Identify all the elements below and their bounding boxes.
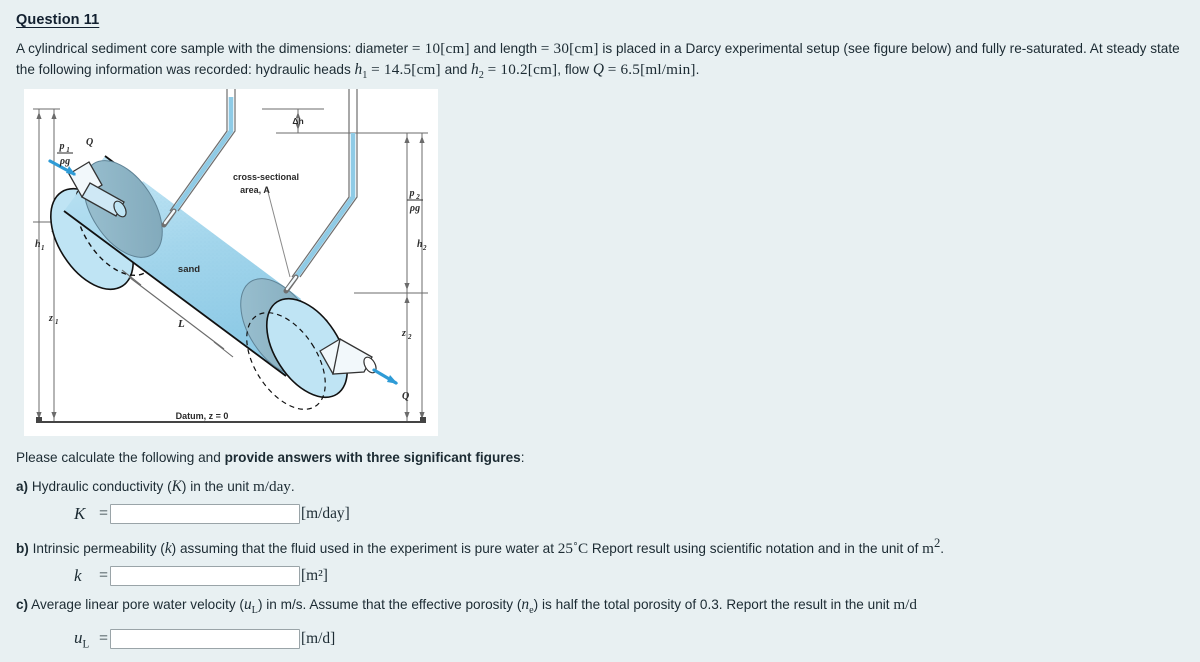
part-b-before: Intrinsic permeability ( — [28, 541, 165, 557]
instructions-prefix: Please calculate the following and — [16, 450, 225, 465]
svg-text:p: p — [409, 188, 415, 199]
part-b-equals: = — [99, 567, 109, 585]
part-a-unit-inline: m/day — [252, 478, 291, 495]
part-a-label: a) — [16, 479, 29, 494]
part-c-symbol: uL — [243, 596, 258, 617]
delta-h-label: Δh — [292, 116, 303, 126]
statement-text-2: and length — [469, 41, 541, 56]
part-c-symbol-2: ne — [521, 596, 534, 617]
part-c-text: c) Average linear pore water velocity (u… — [16, 586, 1184, 621]
question-page: Question 11 A cylindrical sediment core … — [0, 0, 1200, 662]
h2-equation: = 10.2[cm] — [487, 61, 558, 78]
page-title: Question 11 — [16, 12, 100, 28]
part-c-label: c) — [16, 597, 29, 613]
part-a-text: a) Hydraulic conductivity (K) in the uni… — [16, 468, 1184, 497]
part-c-answer-input[interactable] — [110, 629, 301, 650]
part-c-mid: ) is half the total porosity of 0.3. Rep… — [533, 597, 894, 613]
diameter-equation: = 10[cm] — [411, 40, 470, 57]
part-c-answer-symbol: uL — [74, 628, 90, 651]
svg-text:1: 1 — [55, 318, 59, 326]
part-a-after: ) in the unit — [181, 479, 253, 494]
part-a-equals: = — [99, 505, 109, 522]
part-a-answer-row: K = [m/day] — [16, 497, 1184, 524]
svg-text:ρg: ρg — [59, 156, 70, 167]
part-a-answer-symbol: K — [74, 504, 86, 523]
statement-text-6: . — [695, 62, 700, 77]
part-a-before: Hydraulic conductivity ( — [28, 479, 172, 494]
flow-equation: = 6.5[ml/min] — [607, 61, 696, 78]
svg-text:ρg: ρg — [409, 203, 420, 214]
part-b-answer-unit: [m²] — [301, 567, 328, 585]
part-b-answer-symbol: k — [74, 566, 82, 586]
part-a-answer-input[interactable] — [110, 504, 301, 524]
statement-text-1: A cylindrical sediment core sample with … — [16, 41, 412, 56]
part-c-equals: = — [99, 630, 109, 648]
h2-symbol: h2 — [471, 61, 484, 82]
statement-text-4: and — [440, 62, 472, 77]
part-c-answer-row: uL = [m/d] — [16, 621, 1184, 650]
part-c-unit-inline: m/d — [893, 596, 917, 614]
part-a-symbol: K — [171, 478, 182, 495]
instructions-bold: provide answers with three significant f… — [224, 450, 521, 465]
inlet-flow-label: Q — [86, 137, 93, 148]
statement-text-5: , flow — [557, 62, 593, 77]
h1-symbol: h1 — [354, 61, 368, 82]
part-b-answer-input[interactable] — [110, 566, 301, 587]
part-b-symbol: k — [164, 540, 172, 558]
problem-statement: A cylindrical sediment core sample with … — [16, 38, 1184, 86]
outlet-flow-label: Q — [402, 391, 409, 402]
part-b-mid: Report result using scientific notation … — [588, 541, 923, 557]
svg-text:z: z — [48, 313, 53, 324]
length-label: L — [177, 318, 185, 330]
datum-label: Datum, z = 0 — [176, 411, 229, 421]
part-b-answer-row: k = [m²] — [16, 559, 1184, 587]
svg-text:p: p — [59, 141, 65, 152]
svg-text:2: 2 — [407, 333, 412, 341]
cross-section-label-line1: cross-sectional — [233, 172, 299, 182]
part-b-end: . — [940, 541, 945, 557]
length-equation: = 30[cm] — [540, 40, 599, 57]
part-b-temperature: 25 — [557, 540, 573, 558]
part-c-before: Average linear pore water velocity ( — [28, 597, 244, 613]
svg-text:2: 2 — [422, 244, 427, 252]
part-a-end: . — [290, 479, 295, 494]
flow-symbol: Q — [592, 61, 604, 78]
part-b-after: ) assuming that the fluid used in the ex… — [171, 541, 558, 557]
part-b-text: b) Intrinsic permeability (k) assuming t… — [16, 524, 1184, 559]
darcy-experiment-figure: p 1 ρg p 2 ρg Q Q Δh h 1 h 2 z 1 z 2 L s… — [24, 89, 438, 436]
svg-text:z: z — [401, 328, 406, 339]
questions-block: Please calculate the following and provi… — [16, 446, 1184, 651]
part-b-unit-inline: m2 — [922, 536, 941, 558]
h1-equation: = 14.5[cm] — [371, 61, 441, 78]
instructions-line: Please calculate the following and provi… — [16, 446, 1184, 468]
sand-label: sand — [178, 264, 200, 275]
svg-text:1: 1 — [41, 244, 45, 252]
part-a-answer-unit: [m/day] — [301, 505, 350, 522]
part-b-temp-unit: C — [577, 540, 589, 558]
instructions-suffix: : — [520, 450, 525, 465]
part-c-answer-unit: [m/d] — [301, 630, 336, 648]
cross-section-label-line2: area, A — [240, 185, 270, 195]
part-b-label: b) — [16, 541, 29, 557]
part-c-after: ) in m/s. Assume that the effective poro… — [257, 597, 522, 613]
